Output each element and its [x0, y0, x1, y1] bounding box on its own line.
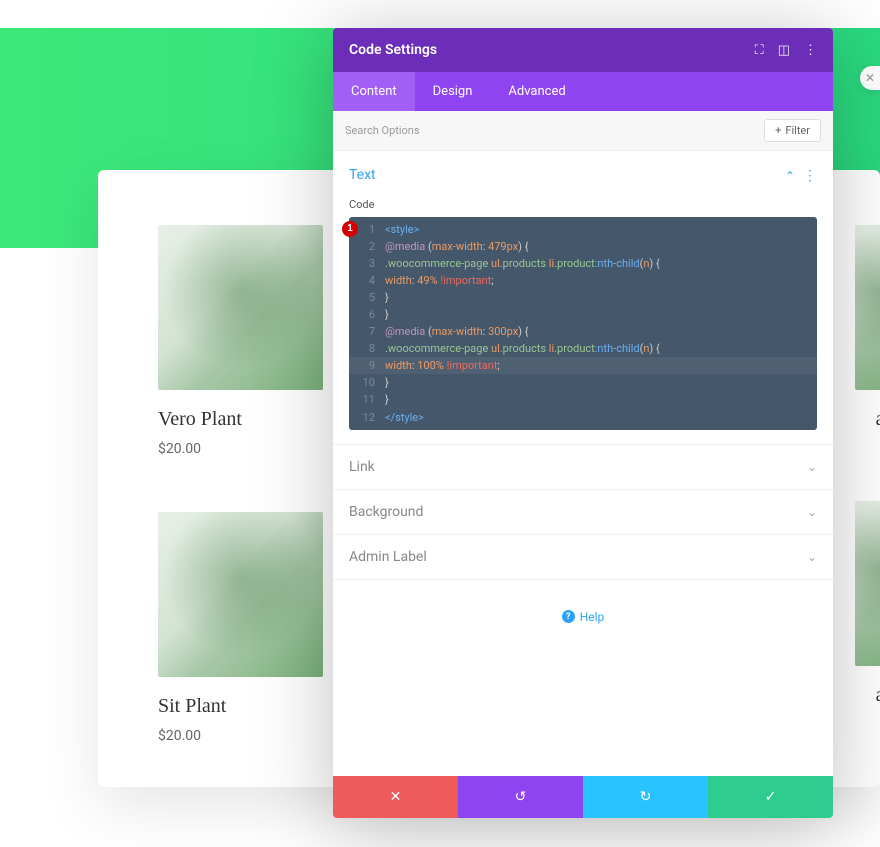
product-card[interactable]: ant: [855, 501, 880, 707]
line-number: 2: [357, 238, 375, 255]
section-link-header[interactable]: Link ⌄: [349, 459, 817, 475]
tab-design[interactable]: Design: [415, 72, 491, 111]
product-price: $20.00: [158, 728, 323, 744]
chevron-down-icon: ⌄: [807, 460, 817, 474]
section-background-header[interactable]: Background ⌄: [349, 504, 817, 520]
redo-button[interactable]: ↻: [583, 776, 708, 818]
section-title: Link: [349, 459, 375, 475]
section-title: Text: [349, 167, 376, 183]
code-content: }: [385, 306, 389, 323]
code-content: }: [385, 391, 389, 408]
code-content: width: 49% !important;: [385, 272, 494, 289]
save-button[interactable]: ✓: [708, 776, 833, 818]
line-number: 5: [357, 289, 375, 306]
code-content: .woocommerce-page ul.products li.product…: [385, 340, 660, 357]
code-line: 9 width: 100% !important;: [349, 357, 817, 374]
panel-body: Text ⌃ ⋮ Code 1 1 <style> 2 @media (max-widt…: [333, 151, 833, 776]
tab-advanced[interactable]: Advanced: [490, 72, 583, 111]
section-title: Background: [349, 504, 423, 520]
products-right-column: ant ant: [855, 225, 880, 707]
section-admin-header[interactable]: Admin Label ⌄: [349, 549, 817, 565]
product-image: [158, 225, 323, 390]
code-line: 7 @media (max-width: 300px) {: [349, 323, 817, 340]
product-title: ant: [855, 684, 880, 707]
code-content: }: [385, 374, 389, 391]
help-icon: ?: [562, 610, 575, 623]
code-content: width: 100% !important;: [385, 357, 500, 374]
product-card[interactable]: Vero Plant $20.00: [158, 225, 323, 457]
line-number: 1: [357, 221, 375, 238]
section-background: Background ⌄: [333, 490, 833, 535]
chevron-down-icon: ⌄: [807, 550, 817, 564]
product-image: [855, 225, 880, 390]
product-card[interactable]: Sit Plant $20.00: [158, 512, 323, 744]
code-line: 4 width: 49% !important;: [349, 272, 817, 289]
chevron-up-icon: ⌃: [785, 169, 795, 183]
section-text: Text ⌃ ⋮ Code 1 1 <style> 2 @media (max-widt…: [333, 151, 833, 445]
snap-icon[interactable]: ◫: [778, 43, 790, 58]
product-title: Sit Plant: [158, 695, 323, 718]
product-price: $20.00: [158, 441, 323, 457]
line-number: 9: [357, 357, 375, 374]
search-input[interactable]: Search Options: [345, 124, 420, 137]
help-link[interactable]: ? Help: [333, 580, 833, 654]
filter-button[interactable]: +Filter: [764, 119, 821, 142]
close-bubble[interactable]: ✕: [860, 66, 880, 90]
section-link: Link ⌄: [333, 445, 833, 490]
undo-button[interactable]: ↺: [458, 776, 583, 818]
search-bar: Search Options +Filter: [333, 111, 833, 151]
code-line: 11}: [349, 391, 817, 408]
line-number: 7: [357, 323, 375, 340]
line-number: 11: [357, 391, 375, 408]
code-line: 12 </style>: [349, 409, 817, 426]
tabs: Content Design Advanced: [333, 72, 833, 111]
code-line: 2 @media (max-width: 479px) {: [349, 238, 817, 255]
line-number: 3: [357, 255, 375, 272]
code-line: 6}: [349, 306, 817, 323]
code-line: 1 <style>: [349, 221, 817, 238]
section-admin-label: Admin Label ⌄: [333, 535, 833, 580]
product-title: Vero Plant: [158, 408, 323, 431]
code-label: Code: [349, 198, 817, 211]
code-content: @media (max-width: 300px) {: [385, 323, 528, 340]
line-number: 12: [357, 409, 375, 426]
section-title: Admin Label: [349, 549, 427, 565]
kebab-icon[interactable]: ⋮: [804, 43, 817, 58]
step-marker: 1: [342, 221, 358, 237]
section-text-header[interactable]: Text ⌃ ⋮: [349, 165, 817, 184]
code-editor[interactable]: 1 1<style>2@media (max-width: 479px) {3.…: [349, 217, 817, 430]
line-number: 10: [357, 374, 375, 391]
line-number: 8: [357, 340, 375, 357]
code-content: }: [385, 289, 389, 306]
modal-footer: ✕ ↺ ↻ ✓: [333, 776, 833, 818]
product-image: [855, 501, 880, 666]
tab-content[interactable]: Content: [333, 72, 415, 111]
modal-title: Code Settings: [349, 42, 437, 58]
code-content: @media (max-width: 479px) {: [385, 238, 528, 255]
chevron-down-icon: ⌄: [807, 505, 817, 519]
cancel-button[interactable]: ✕: [333, 776, 458, 818]
product-card[interactable]: ant: [855, 225, 880, 431]
code-line: 3 .woocommerce-page ul.products li.produc…: [349, 255, 817, 272]
product-title: ant: [855, 408, 880, 431]
kebab-icon[interactable]: ⋮: [803, 168, 817, 184]
expand-icon[interactable]: ⛶: [755, 43, 764, 58]
product-image: [158, 512, 323, 677]
code-settings-modal: Code Settings ⛶ ◫ ⋮ Content Design Advan…: [333, 28, 833, 818]
plus-icon: +: [775, 124, 781, 137]
code-content: <style>: [385, 221, 419, 238]
code-line: 10}: [349, 374, 817, 391]
code-content: .woocommerce-page ul.products li.product…: [385, 255, 660, 272]
modal-header[interactable]: Code Settings ⛶ ◫ ⋮: [333, 28, 833, 72]
code-line: 8 .woocommerce-page ul.products li.produc…: [349, 340, 817, 357]
code-line: 5}: [349, 289, 817, 306]
code-content: </style>: [385, 409, 424, 426]
line-number: 4: [357, 272, 375, 289]
line-number: 6: [357, 306, 375, 323]
